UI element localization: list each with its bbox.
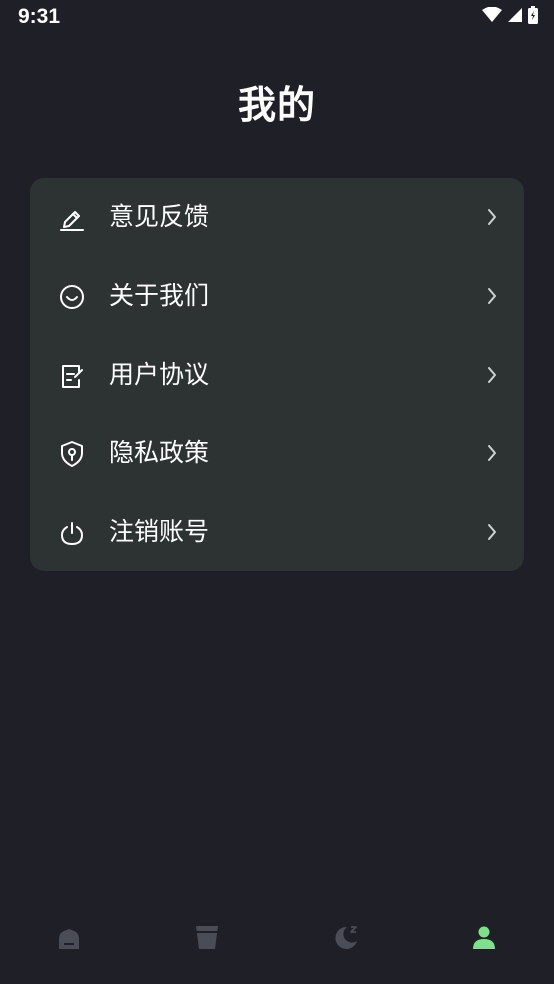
menu-item-label: 关于我们: [109, 281, 210, 310]
smile-icon: [60, 285, 84, 309]
menu-item-label: 注销账号: [109, 517, 210, 546]
menu-item-privacy-policy[interactable]: 隐私政策: [30, 414, 524, 492]
power-icon: [60, 522, 84, 546]
tab-home[interactable]: [49, 920, 89, 960]
chevron-right-icon: [488, 209, 496, 225]
signal-icon: [508, 8, 522, 22]
document-edit-icon: [62, 365, 83, 388]
menu-item-label: 意见反馈: [109, 202, 210, 231]
status-bar: 9:31: [0, 0, 554, 36]
menu-item-user-agreement[interactable]: 用户协议: [30, 336, 524, 414]
chevron-right-icon: [488, 367, 496, 383]
profile-icon: [473, 926, 495, 949]
cup-icon: [196, 926, 218, 949]
status-icons: [482, 6, 538, 24]
page-title: 我的: [237, 83, 316, 127]
bottom-tab-bar: [0, 896, 554, 984]
chevron-right-icon: [488, 524, 496, 540]
shield-icon: [61, 441, 83, 467]
chevron-right-icon: [488, 445, 496, 461]
menu-item-label: 隐私政策: [109, 438, 210, 467]
tab-sleep[interactable]: [326, 920, 366, 960]
menu-item-label: 用户协议: [109, 360, 210, 389]
settings-menu: 意见反馈 关于我们 用户协议 隐私政策 注销账号: [30, 178, 524, 571]
menu-item-about-us[interactable]: 关于我们: [30, 257, 524, 335]
edit-pencil-icon: [60, 211, 84, 231]
chevron-right-icon: [488, 288, 496, 304]
tab-cup[interactable]: [187, 920, 227, 960]
status-time: 9:31: [18, 5, 61, 28]
menu-item-feedback[interactable]: 意见反馈: [30, 178, 524, 256]
menu-item-delete-account[interactable]: 注销账号: [30, 493, 524, 571]
home-icon: [59, 929, 79, 949]
tab-profile[interactable]: [464, 920, 504, 960]
battery-icon: [528, 6, 538, 24]
wifi-icon: [482, 7, 502, 22]
sleep-moon-icon: [335, 926, 357, 949]
